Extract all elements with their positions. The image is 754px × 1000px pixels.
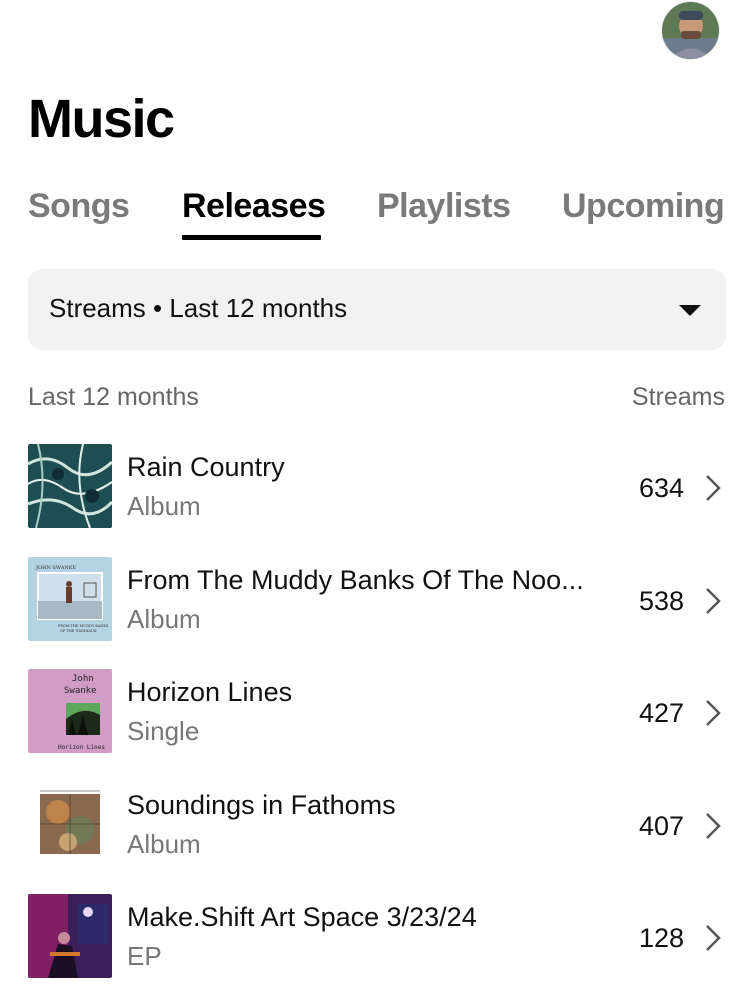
dropdown-selected-value: Streams • Last 12 months [49, 293, 348, 323]
release-type: Album [127, 491, 201, 521]
stream-count: 427 [638, 698, 684, 728]
svg-text:OF THE NISHNAUK: OF THE NISHNAUK [60, 629, 97, 633]
list-metric-label: Streams [631, 383, 725, 411]
release-row[interactable]: Make.Shift Art Space 3/23/24 EP 128 [0, 894, 754, 990]
release-title: Soundings in Fathoms [127, 790, 396, 820]
release-cover [28, 894, 112, 978]
stream-count: 407 [638, 811, 684, 841]
release-title: From The Muddy Banks Of The Noo... [127, 565, 584, 595]
release-cover [28, 444, 112, 528]
user-avatar[interactable] [662, 2, 719, 59]
release-type: EP [127, 941, 162, 971]
tab-releases[interactable]: Releases [182, 184, 326, 228]
tab-playlists[interactable]: Playlists [377, 184, 511, 228]
svg-text:JOHN SWANKE: JOHN SWANKE [35, 565, 76, 571]
svg-text:Swanke: Swanke [64, 686, 97, 696]
stream-count: 128 [638, 923, 684, 953]
chevron-right-icon [706, 588, 721, 614]
release-title: Make.Shift Art Space 3/23/24 [127, 902, 477, 932]
list-period-label: Last 12 months [28, 383, 199, 411]
release-title: Horizon Lines [127, 677, 293, 707]
tab-songs[interactable]: Songs [28, 184, 130, 228]
release-type: Album [127, 829, 201, 859]
release-row[interactable]: Soundings in Fathoms Album 407 [0, 782, 754, 878]
avatar-photo [662, 2, 719, 59]
chevron-right-icon [706, 475, 721, 501]
svg-text:Horizon Lines: Horizon Lines [58, 744, 105, 751]
tab-upcoming[interactable]: Upcoming [562, 184, 725, 228]
release-type: Album [127, 604, 201, 634]
streams-period-dropdown[interactable]: Streams • Last 12 months [28, 269, 726, 350]
caret-down-icon [679, 305, 701, 316]
active-tab-indicator [182, 235, 321, 240]
release-row[interactable]: JOHN SWANKE FROM THE MUDDY BANKS OF THE … [0, 557, 754, 653]
release-cover: JOHN SWANKE FROM THE MUDDY BANKS OF THE … [28, 557, 112, 641]
stream-count: 634 [638, 473, 684, 503]
release-row[interactable]: Rain Country Album 634 [0, 444, 754, 540]
chevron-right-icon [706, 813, 721, 839]
page-title: Music [28, 89, 175, 149]
release-cover [28, 782, 112, 866]
release-cover: John Swanke Horizon Lines [28, 669, 112, 753]
svg-text:FROM THE MUDDY BANKS: FROM THE MUDDY BANKS [58, 624, 109, 628]
tab-bar: Songs Releases Playlists Upcoming [0, 184, 754, 244]
chevron-right-icon [706, 925, 721, 951]
release-title: Rain Country [127, 452, 285, 482]
release-type: Single [127, 716, 200, 746]
release-row[interactable]: John Swanke Horizon Lines Horizon Lines … [0, 669, 754, 765]
chevron-right-icon [706, 700, 721, 726]
svg-text:John: John [72, 674, 94, 684]
stream-count: 538 [638, 586, 684, 616]
